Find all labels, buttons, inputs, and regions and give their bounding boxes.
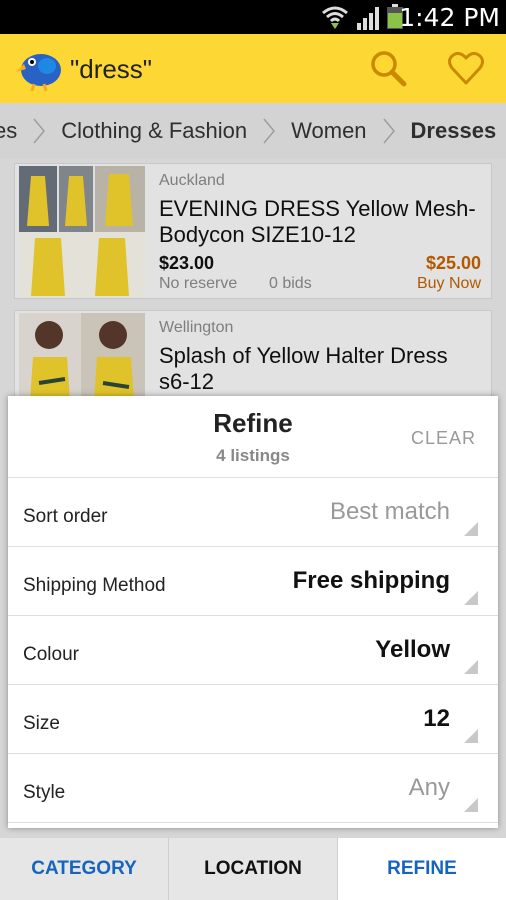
refine-row-value: Free shipping	[292, 567, 450, 594]
dropdown-corner-icon	[464, 729, 478, 743]
listing-count: 4 listings	[216, 446, 290, 465]
dropdown-corner-icon	[464, 522, 478, 536]
clear-button[interactable]: CLEAR	[411, 428, 476, 449]
refine-row-value: Best match	[329, 498, 450, 525]
kiwi-logo-icon[interactable]	[14, 42, 64, 92]
signal-icon	[357, 7, 379, 30]
refine-row-label: Size	[23, 713, 60, 734]
refine-row-label: Sort order	[23, 506, 108, 527]
refine-row-shipping-method[interactable]: Shipping Method Free shipping	[8, 547, 498, 616]
tab-location[interactable]: LOCATION	[169, 838, 338, 900]
refine-row-label: Shipping Method	[23, 575, 166, 596]
refine-row-value: 12	[423, 705, 450, 732]
refine-row-value: Yellow	[375, 636, 450, 663]
status-bar: 1:42 PM	[0, 0, 506, 34]
search-icon[interactable]	[368, 48, 408, 88]
app-bar: "dress"	[0, 34, 506, 103]
refine-row-sort-order[interactable]: Sort order Best match	[8, 478, 498, 547]
refine-row-label: Style	[23, 782, 66, 803]
wifi-icon	[322, 6, 348, 29]
refine-row-style[interactable]: Style Any	[8, 754, 498, 823]
refine-row-colour[interactable]: Colour Yellow	[8, 616, 498, 685]
dropdown-corner-icon	[464, 591, 478, 605]
refine-row-value: Any	[408, 774, 450, 801]
refine-row-label: Colour	[23, 644, 79, 665]
tab-category[interactable]: CATEGORY	[0, 838, 169, 900]
dropdown-corner-icon	[464, 660, 478, 674]
status-time: 1:42 PM	[399, 3, 500, 32]
heart-icon[interactable]	[446, 48, 486, 88]
tab-refine[interactable]: REFINE	[338, 838, 506, 900]
bottom-tab-bar: CATEGORY LOCATION REFINE	[0, 838, 506, 900]
refine-header: Refine 4 listings CLEAR	[8, 396, 498, 478]
refine-panel: Refine 4 listings CLEAR Sort order Best …	[8, 396, 498, 828]
refine-row-size[interactable]: Size 12	[8, 685, 498, 754]
dropdown-corner-icon	[464, 798, 478, 812]
search-query-title: "dress"	[70, 54, 153, 84]
